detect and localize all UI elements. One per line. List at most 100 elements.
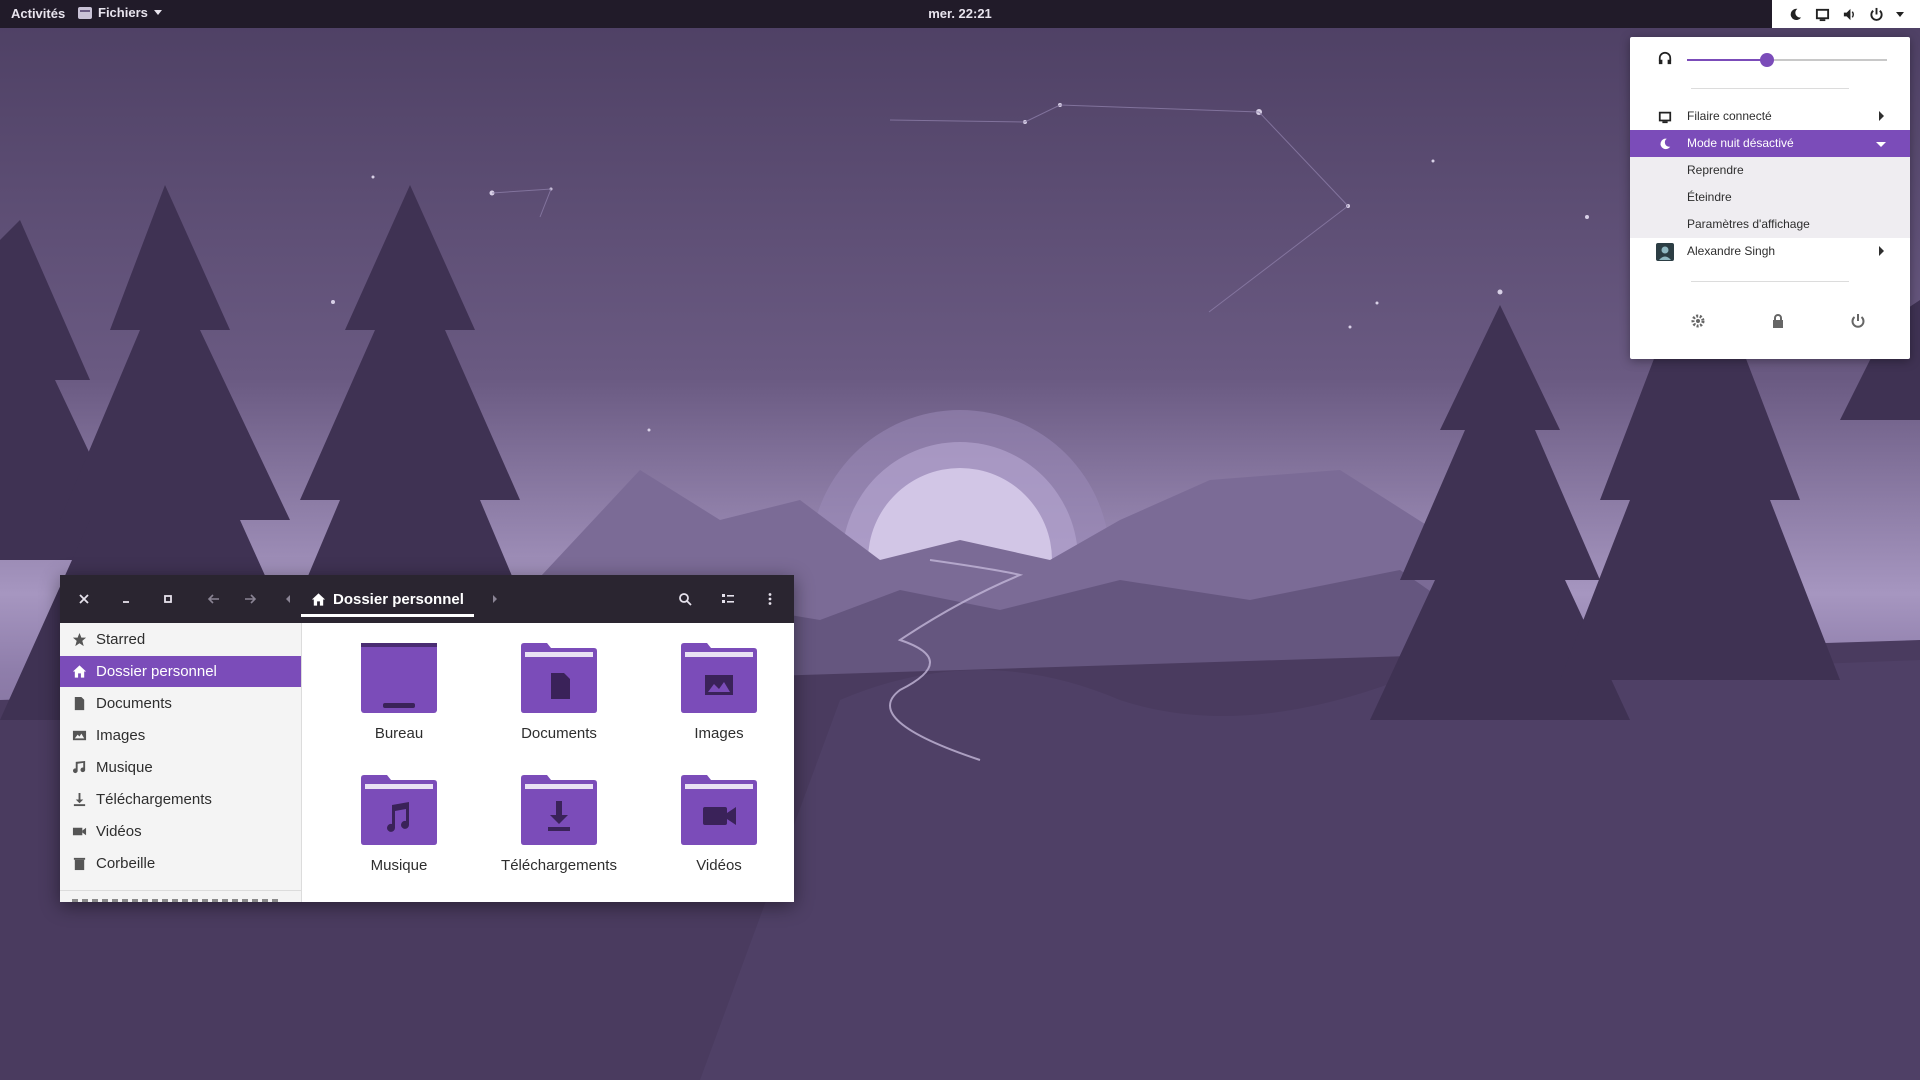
menu-item-label: Paramètres d'affichage	[1687, 217, 1810, 231]
home-icon	[311, 592, 326, 606]
sidebar-item-images[interactable]: Images	[60, 720, 301, 751]
header-bar: Dossier personnel	[60, 575, 794, 623]
minimize-icon	[123, 601, 129, 603]
sidebar-item-label: Starred	[96, 631, 146, 648]
video-icon	[72, 824, 87, 839]
breadcrumb-label: Dossier personnel	[333, 590, 464, 608]
folder-label: Bureau	[374, 725, 424, 742]
volume-row	[1630, 37, 1910, 67]
sidebar-item-label: Musique	[96, 759, 153, 776]
night-light-icon	[1788, 7, 1803, 22]
arrow-right-icon	[245, 594, 257, 604]
separator	[1691, 88, 1849, 89]
folder-item-desktop[interactable]: Bureau	[324, 643, 474, 742]
star-icon	[72, 632, 87, 647]
folder-label: Images	[694, 725, 744, 742]
network-wired-icon	[1815, 7, 1830, 22]
clock[interactable]: mer. 22:21	[0, 6, 1920, 21]
sidebar-item-music[interactable]: Musique	[60, 752, 301, 783]
folder-label: Musique	[370, 857, 428, 874]
night-mode-item[interactable]: Mode nuit désactivé	[1630, 130, 1910, 157]
music-folder-icon	[361, 775, 437, 845]
menu-item-label: Éteindre	[1687, 190, 1732, 204]
trash-icon	[72, 856, 87, 871]
menu-item-label: Reprendre	[1687, 163, 1744, 177]
home-icon	[72, 664, 87, 679]
status-area[interactable]	[1772, 0, 1920, 28]
sidebar-item-starred[interactable]: Starred	[60, 624, 301, 655]
separator	[1691, 281, 1849, 282]
minimize-button[interactable]	[116, 589, 136, 609]
system-menu: Filaire connecté Mode nuit désactivé Rep…	[1630, 37, 1910, 359]
settings-button[interactable]	[1690, 313, 1710, 333]
forward-button[interactable]	[240, 589, 260, 609]
sidebar-item-trash[interactable]: Corbeille	[60, 848, 301, 879]
breadcrumb-home[interactable]: Dossier personnel	[301, 584, 474, 617]
sidebar-item-videos[interactable]: Vidéos	[60, 816, 301, 847]
sidebar-item-home[interactable]: Dossier personnel	[60, 656, 301, 687]
documents-folder-icon	[521, 643, 597, 713]
menu-button[interactable]	[760, 589, 780, 609]
videos-folder-icon	[681, 775, 757, 845]
view-toggle-button[interactable]	[718, 589, 738, 609]
lock-button[interactable]	[1770, 313, 1790, 333]
folder-item-music[interactable]: Musique	[324, 775, 474, 874]
folder-label: Vidéos	[696, 857, 742, 874]
power-icon	[1851, 314, 1865, 328]
wired-network-item[interactable]: Filaire connecté	[1630, 103, 1910, 130]
folder-item-images[interactable]: Images	[644, 643, 794, 742]
sidebar-item-downloads[interactable]: Téléchargements	[60, 784, 301, 815]
avatar	[1656, 243, 1674, 261]
breadcrumb-scroll-right[interactable]	[485, 589, 505, 609]
chevron-right-icon	[493, 595, 497, 603]
night-mode-resume-item[interactable]: Reprendre	[1630, 157, 1910, 184]
user-item[interactable]: Alexandre Singh	[1630, 238, 1910, 265]
display-settings-item[interactable]: Paramètres d'affichage	[1630, 211, 1910, 238]
chevron-down-icon	[1896, 11, 1904, 17]
sidebar-item-label: Corbeille	[96, 855, 156, 872]
chevron-right-icon	[1879, 246, 1884, 256]
folder-item-videos[interactable]: Vidéos	[644, 775, 794, 874]
arrow-left-icon	[207, 594, 219, 604]
files-app-icon	[78, 6, 92, 19]
kebab-menu-icon	[768, 593, 772, 605]
volume-slider-fill	[1687, 59, 1767, 61]
back-button[interactable]	[204, 589, 224, 609]
sidebar: Starred Dossier personnel Documents Imag…	[60, 623, 302, 902]
chevron-right-icon	[1879, 111, 1884, 121]
activities-button[interactable]: Activités	[11, 6, 65, 21]
night-mode-off-item[interactable]: Éteindre	[1630, 184, 1910, 211]
night-light-icon	[1658, 137, 1672, 151]
app-menu-button[interactable]: Fichiers	[78, 5, 162, 20]
desktop-folder-icon	[361, 643, 437, 713]
folder-label: Documents	[521, 725, 597, 742]
gear-icon	[1691, 314, 1705, 328]
power-off-button[interactable]	[1850, 313, 1870, 333]
file-grid: Bureau Documents Images Musique Téléchar…	[302, 623, 794, 902]
volume-icon	[1842, 7, 1857, 22]
top-bar: Activités Fichiers mer. 22:21	[0, 0, 1920, 28]
folder-item-documents[interactable]: Documents	[484, 643, 634, 742]
list-view-icon	[722, 594, 734, 603]
maximize-button[interactable]	[158, 589, 178, 609]
search-icon	[679, 593, 692, 606]
wired-network-label: Filaire connecté	[1687, 109, 1772, 123]
breadcrumb-scroll-left[interactable]	[278, 589, 298, 609]
app-menu-label: Fichiers	[98, 5, 148, 20]
image-icon	[72, 728, 87, 743]
search-button[interactable]	[675, 589, 695, 609]
sidebar-item-documents[interactable]: Documents	[60, 688, 301, 719]
close-button[interactable]	[74, 589, 94, 609]
folder-item-downloads[interactable]: Téléchargements	[484, 775, 634, 874]
lock-icon	[1773, 314, 1783, 328]
volume-slider[interactable]	[1687, 53, 1887, 67]
power-icon	[1869, 7, 1884, 22]
sidebar-item-label: Images	[96, 727, 146, 744]
images-folder-icon	[681, 643, 757, 713]
document-icon	[72, 696, 87, 711]
music-icon	[72, 760, 87, 775]
downloads-folder-icon	[521, 775, 597, 845]
volume-slider-handle[interactable]	[1760, 53, 1774, 67]
folder-label: Téléchargements	[501, 857, 617, 874]
download-icon	[72, 792, 87, 807]
